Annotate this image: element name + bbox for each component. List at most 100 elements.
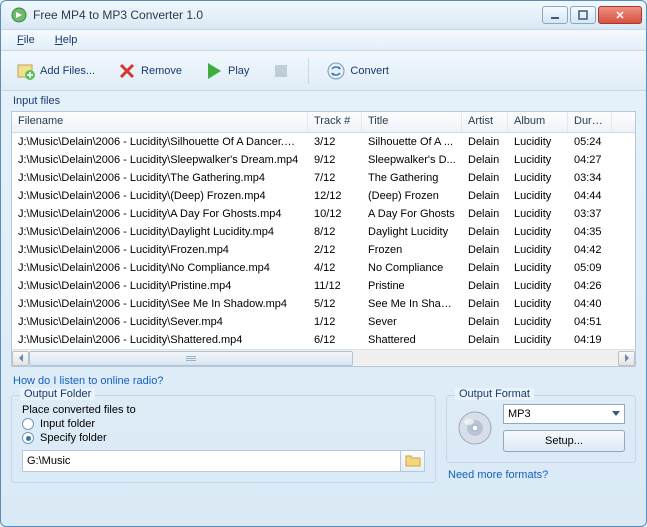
table-row[interactable]: J:\Music\Delain\2006 - Lucidity\Shattere…	[12, 331, 635, 349]
cell: 04:19	[568, 333, 612, 347]
file-list[interactable]: Filename Track # Title Artist Album Dura…	[11, 111, 636, 367]
table-row[interactable]: J:\Music\Delain\2006 - Lucidity\Sleepwal…	[12, 151, 635, 169]
more-formats-link[interactable]: Need more formats?	[448, 469, 634, 481]
output-folder-legend: Output Folder	[20, 388, 95, 400]
scroll-left-icon[interactable]	[12, 351, 29, 366]
cell: Delain	[462, 225, 508, 239]
cell: Pristine	[362, 279, 462, 293]
col-artist[interactable]: Artist	[462, 112, 508, 132]
cell: 05:09	[568, 261, 612, 275]
specify-folder-radio[interactable]: Specify folder	[22, 432, 425, 444]
add-files-button[interactable]: Add Files...	[7, 56, 104, 86]
cell: 04:51	[568, 315, 612, 329]
cell: 3/12	[308, 135, 362, 149]
place-label: Place converted files to	[22, 404, 425, 416]
remove-button[interactable]: Remove	[108, 56, 191, 86]
cell: Delain	[462, 207, 508, 221]
format-combo[interactable]: MP3	[503, 404, 625, 424]
cell: J:\Music\Delain\2006 - Lucidity\Daylight…	[12, 225, 308, 239]
scroll-track[interactable]	[29, 351, 618, 366]
input-files-label: Input files	[13, 95, 636, 107]
cell: 05:24	[568, 135, 612, 149]
scroll-right-icon[interactable]	[618, 351, 635, 366]
cell: J:\Music\Delain\2006 - Lucidity\Silhouet…	[12, 135, 308, 149]
table-row[interactable]: J:\Music\Delain\2006 - Lucidity\A Day Fo…	[12, 205, 635, 223]
cell: Sever	[362, 315, 462, 329]
output-path-input[interactable]	[22, 450, 401, 472]
cell: Frozen	[362, 243, 462, 257]
window-title: Free MP4 to MP3 Converter 1.0	[33, 8, 540, 22]
menu-help[interactable]: Help	[47, 31, 86, 49]
cell: Lucidity	[508, 333, 568, 347]
cell: Lucidity	[508, 153, 568, 167]
cell: Lucidity	[508, 171, 568, 185]
col-filename[interactable]: Filename	[12, 112, 308, 132]
table-row[interactable]: J:\Music\Delain\2006 - Lucidity\Daylight…	[12, 223, 635, 241]
toolbar: Add Files... Remove Play Convert	[1, 51, 646, 91]
app-icon	[11, 7, 27, 23]
table-row[interactable]: J:\Music\Delain\2006 - Lucidity\See Me I…	[12, 295, 635, 313]
col-album[interactable]: Album	[508, 112, 568, 132]
output-folder-group: Output Folder Place converted files to I…	[11, 395, 436, 483]
scroll-thumb[interactable]	[29, 351, 353, 366]
cell: Lucidity	[508, 315, 568, 329]
table-row[interactable]: J:\Music\Delain\2006 - Lucidity\No Compl…	[12, 259, 635, 277]
list-header: Filename Track # Title Artist Album Dura…	[12, 112, 635, 133]
maximize-button[interactable]	[570, 6, 596, 24]
table-row[interactable]: J:\Music\Delain\2006 - Lucidity\Pristine…	[12, 277, 635, 295]
add-icon	[16, 61, 36, 81]
online-radio-link[interactable]: How do I listen to online radio?	[13, 375, 634, 387]
titlebar[interactable]: Free MP4 to MP3 Converter 1.0	[1, 1, 646, 29]
minimize-button[interactable]	[542, 6, 568, 24]
cell: A Day For Ghosts	[362, 207, 462, 221]
format-selected: MP3	[508, 408, 531, 420]
cell: 04:26	[568, 279, 612, 293]
cell: Delain	[462, 297, 508, 311]
menubar: File Help	[1, 29, 646, 51]
browse-button[interactable]	[401, 450, 425, 472]
cell: 04:27	[568, 153, 612, 167]
cell: 03:34	[568, 171, 612, 185]
stop-button[interactable]	[262, 56, 300, 86]
col-title[interactable]: Title	[362, 112, 462, 132]
horizontal-scrollbar[interactable]	[12, 349, 635, 366]
remove-label: Remove	[141, 65, 182, 77]
stop-icon	[271, 61, 291, 81]
cell: 03:37	[568, 207, 612, 221]
list-rows: J:\Music\Delain\2006 - Lucidity\Silhouet…	[12, 133, 635, 349]
col-duration[interactable]: Dura...	[568, 112, 612, 132]
convert-button[interactable]: Convert	[317, 56, 398, 86]
cell: J:\Music\Delain\2006 - Lucidity\Pristine…	[12, 279, 308, 293]
add-files-label: Add Files...	[40, 65, 95, 77]
cell: Delain	[462, 261, 508, 275]
cell: J:\Music\Delain\2006 - Lucidity\(Deep) F…	[12, 189, 308, 203]
cell: Delain	[462, 135, 508, 149]
table-row[interactable]: J:\Music\Delain\2006 - Lucidity\Frozen.m…	[12, 241, 635, 259]
menu-file[interactable]: File	[9, 31, 43, 49]
input-folder-radio[interactable]: Input folder	[22, 418, 425, 430]
table-row[interactable]: J:\Music\Delain\2006 - Lucidity\Silhouet…	[12, 133, 635, 151]
close-button[interactable]	[598, 6, 642, 24]
play-label: Play	[228, 65, 249, 77]
table-row[interactable]: J:\Music\Delain\2006 - Lucidity\The Gath…	[12, 169, 635, 187]
cell: Delain	[462, 333, 508, 347]
cell: 5/12	[308, 297, 362, 311]
cell: J:\Music\Delain\2006 - Lucidity\The Gath…	[12, 171, 308, 185]
app-window: Free MP4 to MP3 Converter 1.0 File Help …	[0, 0, 647, 527]
cell: Delain	[462, 315, 508, 329]
cell: Lucidity	[508, 297, 568, 311]
table-row[interactable]: J:\Music\Delain\2006 - Lucidity\(Deep) F…	[12, 187, 635, 205]
cell: 4/12	[308, 261, 362, 275]
setup-button[interactable]: Setup...	[503, 430, 625, 452]
play-button[interactable]: Play	[195, 56, 258, 86]
cell: Daylight Lucidity	[362, 225, 462, 239]
cell: J:\Music\Delain\2006 - Lucidity\Shattere…	[12, 333, 308, 347]
col-track[interactable]: Track #	[308, 112, 362, 132]
cell: 11/12	[308, 279, 362, 293]
table-row[interactable]: J:\Music\Delain\2006 - Lucidity\Sever.mp…	[12, 313, 635, 331]
cell: Delain	[462, 279, 508, 293]
disc-icon	[457, 410, 493, 446]
cell: 1/12	[308, 315, 362, 329]
cell: Sleepwalker's D...	[362, 153, 462, 167]
toolbar-separator	[308, 58, 309, 84]
